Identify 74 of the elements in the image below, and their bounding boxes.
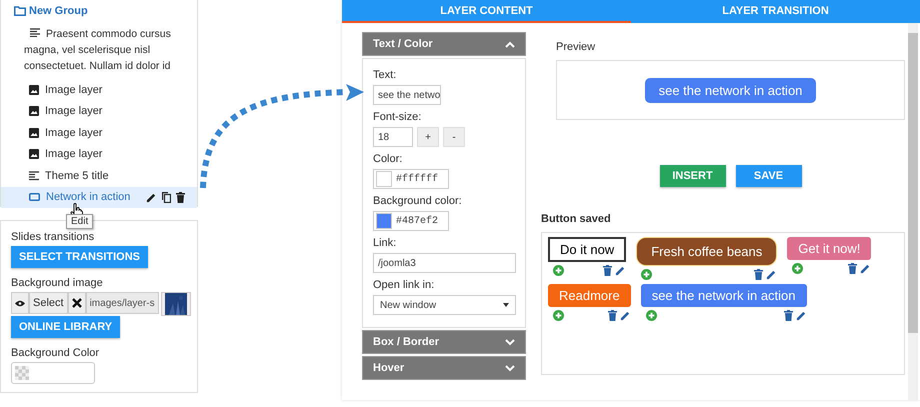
color-field[interactable] xyxy=(11,362,95,384)
caret-icon xyxy=(503,303,509,307)
field-label: Color: xyxy=(373,153,404,165)
color-swatch[interactable] xyxy=(376,171,392,187)
saved-button[interactable]: see the network in action xyxy=(640,284,807,307)
layer-item[interactable]: Image layer xyxy=(1,100,197,122)
field-label: Background color: xyxy=(373,195,463,207)
color-field[interactable]: #487ef2 xyxy=(373,211,449,231)
field-label: Slides transitions xyxy=(11,231,96,243)
field-label: Link: xyxy=(373,237,398,249)
text-field[interactable]: see the netwo xyxy=(373,85,441,105)
button-shape-icon xyxy=(29,193,40,202)
section-header[interactable]: Box / Border xyxy=(362,330,526,354)
image-icon xyxy=(29,106,39,116)
add-icon[interactable] xyxy=(792,263,804,274)
add-icon[interactable] xyxy=(646,310,657,321)
image-path-field[interactable]: images/layer-s xyxy=(86,292,159,314)
add-icon[interactable] xyxy=(641,269,652,280)
scrollbar[interactable] xyxy=(908,23,918,400)
title-lines-icon xyxy=(29,170,39,181)
increase-button[interactable]: + xyxy=(417,127,439,147)
saved-button[interactable]: Fresh coffee beans xyxy=(636,237,778,266)
select-button[interactable]: Select xyxy=(29,292,68,314)
pencil-icon[interactable] xyxy=(766,269,778,280)
tooltip: Edit xyxy=(66,214,94,229)
pencil-icon[interactable] xyxy=(615,265,626,276)
section-header[interactable]: Hover xyxy=(362,356,526,380)
field-label: Background Color xyxy=(11,347,100,359)
field-label: Open link in: xyxy=(373,279,436,291)
pencil-icon[interactable] xyxy=(860,263,872,274)
image-icon xyxy=(29,84,39,95)
pencil-icon[interactable] xyxy=(620,310,631,321)
section-label: Button saved xyxy=(541,213,612,225)
trash-icon[interactable] xyxy=(176,192,185,203)
eye-icon[interactable] xyxy=(11,292,29,314)
clear-icon[interactable] xyxy=(68,292,86,314)
edit-icon[interactable] xyxy=(146,192,157,203)
trash-icon[interactable] xyxy=(603,265,612,276)
layer-item[interactable]: Image layer xyxy=(1,79,197,100)
group-name[interactable]: New Group xyxy=(29,5,88,17)
trash-icon[interactable] xyxy=(784,310,793,321)
layer-item[interactable]: Network in action xyxy=(1,186,197,208)
pencil-icon[interactable] xyxy=(796,310,807,321)
chevron-down-icon[interactable] xyxy=(505,364,515,372)
link-field[interactable]: /joomla3 xyxy=(373,253,516,273)
add-icon[interactable] xyxy=(553,265,564,276)
preview-label: Preview xyxy=(556,41,596,53)
trash-icon[interactable] xyxy=(754,269,764,280)
add-icon[interactable] xyxy=(553,310,564,321)
layer-item[interactable]: Image layer xyxy=(1,122,197,144)
field-label: Font-size: xyxy=(373,111,422,123)
preview-button[interactable]: see the network in action xyxy=(644,78,816,102)
color-swatch[interactable] xyxy=(376,213,392,229)
field-label: Background image xyxy=(11,277,104,289)
layer-item[interactable]: Image layer xyxy=(1,144,197,165)
transparent-swatch-icon xyxy=(15,366,29,380)
field-label: Text: xyxy=(373,69,398,81)
layer-item[interactable]: Praesent commodo cursus magna, vel scelerisque nisl consectetuet. Nullam id dolor id xyxy=(1,22,197,79)
saved-button[interactable]: Do it now xyxy=(548,237,626,262)
section-header[interactable]: Text / Color xyxy=(362,32,526,56)
color-field[interactable]: #ffffff xyxy=(373,169,449,189)
text-lines-icon xyxy=(30,28,40,37)
layer-item[interactable]: Theme 5 title xyxy=(1,165,197,186)
chevron-up-icon[interactable] xyxy=(505,40,515,48)
chevron-down-icon[interactable] xyxy=(505,338,515,346)
trash-icon[interactable] xyxy=(848,263,858,274)
folder-icon xyxy=(14,6,26,16)
decrease-button[interactable]: - xyxy=(443,127,465,147)
font-size-field[interactable]: 18 xyxy=(373,127,413,147)
copy-icon[interactable] xyxy=(162,192,171,203)
open-link-dropdown[interactable]: New window xyxy=(373,295,516,315)
image-icon xyxy=(29,149,39,160)
trash-icon[interactable] xyxy=(608,310,617,321)
image-icon xyxy=(29,128,39,138)
